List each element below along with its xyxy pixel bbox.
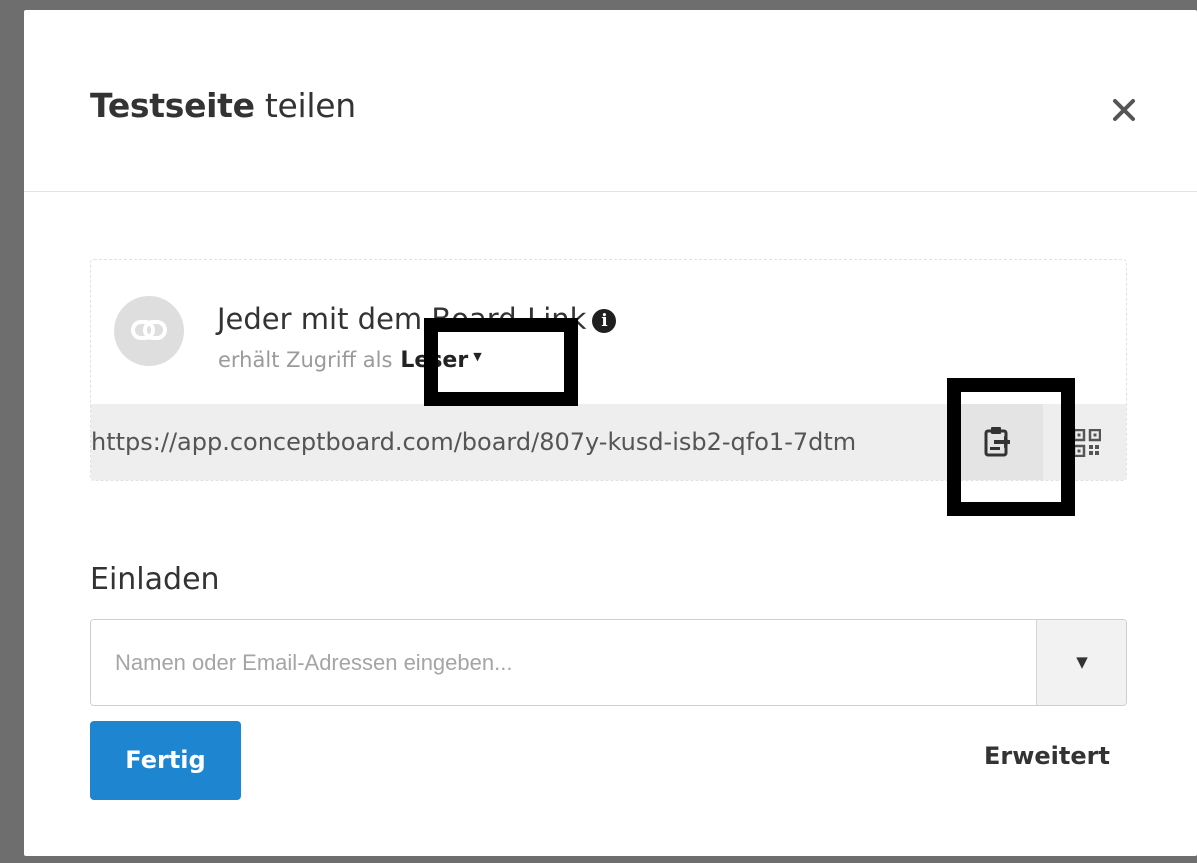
board-link-url-text: https://app.conceptboard.com/board/807y-… xyxy=(91,428,857,456)
access-title-text: Jeder mit dem Board-Link xyxy=(217,302,587,336)
advanced-link[interactable]: Erweitert xyxy=(984,742,1110,770)
access-subtitle: erhält Zugriff als Leser ▼ xyxy=(218,348,482,373)
caret-down-icon: ▼ xyxy=(473,350,482,363)
access-title: Jeder mit dem Board-Link i xyxy=(217,302,617,336)
dialog-title-suffix: teilen xyxy=(254,86,356,125)
role-value: Leser xyxy=(400,348,469,373)
board-link-url[interactable]: https://app.conceptboard.com/board/807y-… xyxy=(91,404,951,480)
dropdown-arrow-icon: ▼ xyxy=(1076,653,1088,671)
board-link-bar: https://app.conceptboard.com/board/807y-… xyxy=(91,404,1126,480)
invite-dropdown-button[interactable]: ▼ xyxy=(1036,620,1126,705)
qr-code-button[interactable] xyxy=(1051,404,1126,480)
link-icon xyxy=(131,320,167,340)
info-icon[interactable]: i xyxy=(592,309,617,333)
access-subtitle-text: erhält Zugriff als xyxy=(218,348,393,372)
close-icon xyxy=(1113,99,1135,121)
invite-field: ▼ xyxy=(90,619,1127,706)
close-button[interactable] xyxy=(1107,93,1141,127)
done-button[interactable]: Fertig xyxy=(90,721,241,800)
dialog-title: Testseite teilen xyxy=(90,86,356,125)
link-avatar xyxy=(114,296,184,366)
invite-input[interactable] xyxy=(91,620,1036,705)
board-name: Testseite xyxy=(90,86,255,125)
invite-section-label: Einladen xyxy=(90,562,220,597)
link-access-card: Jeder mit dem Board-Link i erhält Zugriff… xyxy=(90,259,1127,481)
qr-code-icon xyxy=(1073,429,1101,457)
dialog-header: Testseite teilen xyxy=(24,10,1197,192)
copy-link-button[interactable] xyxy=(951,404,1043,480)
share-dialog: Testseite teilen Jeder mit dem Board-Lin… xyxy=(24,10,1197,856)
role-select[interactable]: Leser ▼ xyxy=(400,348,481,373)
clipboard-copy-icon xyxy=(984,427,1010,457)
